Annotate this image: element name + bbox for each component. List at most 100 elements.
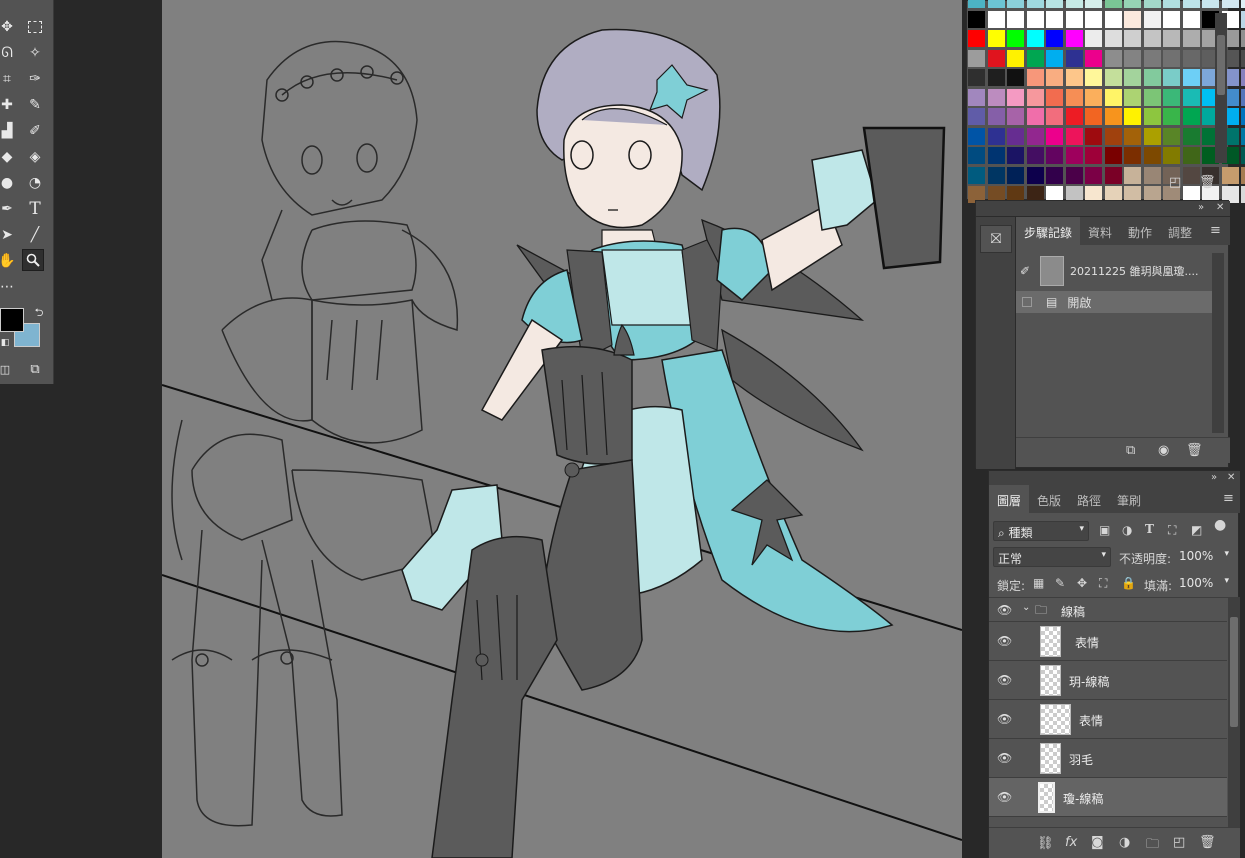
color-swatch[interactable] <box>1026 166 1044 184</box>
clone-stamp-tool-icon[interactable]: ▟ <box>0 120 18 142</box>
color-swatch[interactable] <box>1182 69 1200 86</box>
color-swatch[interactable] <box>1124 166 1141 184</box>
color-swatch[interactable] <box>968 166 985 184</box>
healing-brush-tool-icon[interactable]: ✚ <box>0 94 18 116</box>
color-swatch[interactable] <box>1026 127 1044 145</box>
color-swatch[interactable] <box>1241 108 1245 125</box>
color-swatch[interactable] <box>1143 127 1161 145</box>
color-swatch[interactable] <box>987 0 1005 8</box>
lock-position-icon[interactable]: ✥ <box>1077 576 1087 590</box>
visibility-eye-icon[interactable]: 👁 <box>997 712 1013 726</box>
color-swatch[interactable] <box>968 147 985 164</box>
color-swatch[interactable] <box>1046 10 1063 28</box>
color-swatch[interactable] <box>1085 147 1102 164</box>
color-swatch[interactable] <box>968 49 985 67</box>
blur-tool-icon[interactable]: ● <box>0 172 18 194</box>
color-swatch[interactable] <box>1046 88 1063 106</box>
color-swatch[interactable] <box>1046 127 1063 145</box>
path-selection-tool-icon[interactable]: ➤ <box>0 224 18 246</box>
history-menu-icon[interactable]: ≡ <box>1210 223 1221 238</box>
color-swatch[interactable] <box>1065 166 1083 184</box>
history-brush-source-icon[interactable]: ✐ <box>1020 264 1040 278</box>
quick-mask-icon[interactable]: ◫ <box>0 358 16 380</box>
close-icon[interactable]: ✕ <box>1227 472 1235 483</box>
history-state-open[interactable]: ▤ 開啟 <box>1016 291 1212 313</box>
layer-row[interactable]: 👁 羽毛 <box>989 739 1227 778</box>
color-swatch[interactable] <box>1085 30 1102 47</box>
paint-bucket-tool-icon[interactable]: ◈ <box>24 146 46 168</box>
color-swatch[interactable] <box>1026 49 1044 67</box>
swatches-scroll-thumb[interactable] <box>1217 35 1225 95</box>
color-swatch[interactable] <box>1026 10 1044 28</box>
color-swatch[interactable] <box>1065 69 1083 86</box>
color-swatch[interactable] <box>968 69 985 86</box>
lock-all-icon[interactable]: 🔒 <box>1121 576 1136 590</box>
history-snapshot[interactable]: ✐ 20211225 雒玥與凰瓊.... <box>1016 253 1212 289</box>
layer-style-fx-icon[interactable]: fx <box>1065 835 1077 850</box>
color-swatch[interactable] <box>1124 88 1141 106</box>
color-swatch[interactable] <box>968 127 985 145</box>
color-swatch[interactable] <box>1241 166 1245 184</box>
color-swatch[interactable] <box>1241 147 1245 164</box>
color-swatch[interactable] <box>1221 0 1239 8</box>
color-swatch[interactable] <box>1104 147 1122 164</box>
tab-brushes[interactable]: 筆刷 <box>1109 485 1149 513</box>
color-swatch[interactable] <box>1163 88 1180 106</box>
tab-channels[interactable]: 色版 <box>1029 485 1069 513</box>
color-swatch[interactable] <box>1163 10 1180 28</box>
filter-toggle-icon[interactable]: ● <box>1214 517 1226 533</box>
color-swatch[interactable] <box>1104 166 1122 184</box>
color-swatch[interactable] <box>1007 69 1024 86</box>
color-swatch[interactable] <box>1163 127 1180 145</box>
color-swatch[interactable] <box>1007 30 1024 47</box>
pen-tool-icon[interactable]: ✒ <box>0 198 18 220</box>
color-swatch[interactable] <box>1241 88 1245 106</box>
document-canvas[interactable] <box>162 0 962 858</box>
color-swatch[interactable] <box>1182 49 1200 67</box>
new-document-from-state-icon[interactable]: ⧉ <box>1126 443 1135 458</box>
color-swatch[interactable] <box>1026 147 1044 164</box>
color-swatch[interactable] <box>1085 166 1102 184</box>
color-swatch[interactable] <box>1241 10 1245 28</box>
color-swatch[interactable] <box>1182 108 1200 125</box>
opacity-input[interactable]: 100% ▾ <box>1175 547 1231 567</box>
new-swatch-group-icon[interactable]: ◰ <box>1169 175 1181 190</box>
color-swatch[interactable] <box>1085 69 1102 86</box>
color-swatch[interactable] <box>987 147 1005 164</box>
visibility-eye-icon[interactable]: 👁 <box>997 603 1013 617</box>
color-swatch[interactable] <box>987 69 1005 86</box>
color-swatch[interactable] <box>1046 166 1063 184</box>
color-swatch[interactable] <box>1104 127 1122 145</box>
foreground-color-swatch[interactable] <box>0 308 24 332</box>
add-mask-icon[interactable]: ◙ <box>1091 835 1104 850</box>
color-swatch[interactable] <box>1182 10 1200 28</box>
layers-scrollbar[interactable] <box>1228 597 1240 827</box>
color-swatch[interactable] <box>1065 147 1083 164</box>
color-swatch[interactable] <box>1241 69 1245 86</box>
color-swatch[interactable] <box>1026 30 1044 47</box>
swatches-scrollbar[interactable] <box>1215 13 1227 163</box>
tab-actions[interactable]: 動作 <box>1120 217 1160 245</box>
camera-icon[interactable]: ◉ <box>1158 443 1169 458</box>
color-swatch[interactable] <box>1182 147 1200 164</box>
filter-pixel-icon[interactable]: ▣ <box>1099 523 1110 537</box>
layer-row[interactable]: 👁 表情 <box>989 622 1227 661</box>
tab-adjustments[interactable]: 調整 <box>1160 217 1200 245</box>
color-swatch[interactable] <box>1143 49 1161 67</box>
color-swatch[interactable] <box>1143 147 1161 164</box>
color-swatch[interactable] <box>987 10 1005 28</box>
color-swatch[interactable] <box>1046 147 1063 164</box>
color-swatch[interactable] <box>1182 0 1200 8</box>
color-swatch[interactable] <box>987 30 1005 47</box>
color-swatch[interactable] <box>987 108 1005 125</box>
chevron-down-icon[interactable]: ⌄ <box>1022 602 1030 613</box>
brush-tool-icon[interactable]: ✎ <box>24 94 46 116</box>
more-tools-icon[interactable]: ⋯ <box>0 276 18 298</box>
screen-mode-icon[interactable]: ⧉ <box>24 358 46 380</box>
layer-row[interactable]: 👁 表情 <box>989 700 1227 739</box>
color-swatch[interactable] <box>1065 10 1083 28</box>
default-colors-icon[interactable]: ◧ <box>0 332 16 354</box>
color-swatch[interactable] <box>1124 10 1141 28</box>
color-swatch[interactable] <box>1104 49 1122 67</box>
color-swatch[interactable] <box>987 127 1005 145</box>
